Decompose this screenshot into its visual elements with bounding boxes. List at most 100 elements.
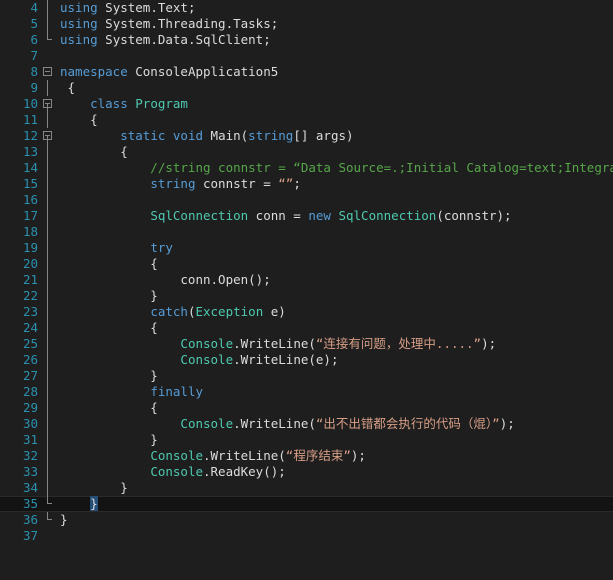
- fold-guide-line: [47, 80, 48, 96]
- code-text: {: [60, 320, 158, 336]
- fold-collapse-icon[interactable]: [38, 96, 60, 112]
- code-line[interactable]: 15 string connstr = “”;: [0, 176, 613, 192]
- code-line[interactable]: 25 Console.WriteLine(“连接有问题，处理中.....”);: [0, 336, 613, 352]
- code-token: }: [60, 512, 68, 527]
- code-line[interactable]: 22 }: [0, 288, 613, 304]
- fold-guide: [38, 336, 60, 352]
- code-token: using: [60, 0, 98, 15]
- fold-collapse-icon[interactable]: [38, 64, 60, 80]
- code-line[interactable]: 21 conn.Open();: [0, 272, 613, 288]
- line-number: 7: [30, 48, 38, 63]
- code-line[interactable]: 8 namespace ConsoleApplication5: [0, 64, 613, 80]
- code-token: void: [172, 128, 204, 143]
- code-line[interactable]: 12 static void Main(string[] args): [0, 128, 613, 144]
- code-line[interactable]: 37: [0, 528, 613, 544]
- line-number: 21: [22, 272, 38, 287]
- code-text: }: [60, 288, 158, 304]
- code-editor[interactable]: 4 using System.Text; 5 using System.Threadi…: [0, 0, 613, 580]
- code-text: }: [60, 432, 158, 448]
- fold-collapse-icon[interactable]: [38, 128, 60, 144]
- code-line[interactable]: 36}: [0, 512, 613, 528]
- code-line[interactable]: 7: [0, 48, 613, 64]
- code-line[interactable]: 9 {: [0, 80, 613, 96]
- fold-guide-line: [47, 104, 48, 112]
- code-line[interactable]: 5 using System.Threading.Tasks;: [0, 16, 613, 32]
- code-line[interactable]: 10 class Program: [0, 96, 613, 112]
- fold-guide-line: [47, 224, 48, 240]
- code-line[interactable]: 23 catch(Exception e): [0, 304, 613, 320]
- code-text: catch(Exception e): [60, 304, 285, 320]
- code-token: {: [60, 400, 158, 415]
- code-line[interactable]: 35 }: [0, 496, 613, 512]
- code-text: try: [60, 240, 173, 256]
- code-token: {: [60, 256, 158, 271]
- code-token: finally: [150, 384, 203, 399]
- fold-guide: [38, 160, 60, 176]
- code-text: SqlConnection conn = new SqlConnection(c…: [60, 208, 511, 224]
- line-number: 36: [22, 512, 38, 527]
- fold-guide-line: [47, 512, 52, 520]
- code-line[interactable]: 19 try: [0, 240, 613, 256]
- line-number: 13: [22, 144, 38, 159]
- code-line[interactable]: 27 }: [0, 368, 613, 384]
- code-token: SqlConnection: [150, 208, 249, 223]
- code-line[interactable]: 20 {: [0, 256, 613, 272]
- fold-guide: [38, 192, 60, 208]
- code-line[interactable]: 18: [0, 224, 613, 240]
- code-line[interactable]: 26 Console.WriteLine(e);: [0, 352, 613, 368]
- fold-guide: [38, 112, 60, 128]
- fold-guide-line: [47, 320, 48, 336]
- code-line[interactable]: 30 Console.WriteLine(“出不出错都会执行的代码（焜）”);: [0, 416, 613, 432]
- code-token: [] args): [293, 128, 354, 143]
- code-line[interactable]: 14 //string connstr = “Data Source=.;Ini…: [0, 160, 613, 176]
- fold-guide: [38, 448, 60, 464]
- code-line[interactable]: 13 {: [0, 144, 613, 160]
- code-line[interactable]: 17 SqlConnection conn = new SqlConnectio…: [0, 208, 613, 224]
- code-line[interactable]: 34 }: [0, 480, 613, 496]
- fold-guide-line: [47, 496, 52, 504]
- code-token: Console: [180, 352, 234, 367]
- fold-guide-line: [47, 448, 48, 464]
- code-token: Console: [180, 336, 234, 351]
- line-number: 27: [22, 368, 38, 383]
- code-line[interactable]: 11 {: [0, 112, 613, 128]
- code-text: {: [60, 256, 158, 272]
- code-line[interactable]: 6 using System.Data.SqlClient;: [0, 32, 613, 48]
- code-token: ConsoleApplication5: [127, 64, 279, 79]
- code-token: class: [90, 96, 128, 111]
- line-number: 8: [30, 64, 38, 79]
- fold-guide-line: [47, 336, 48, 352]
- code-text: {: [60, 144, 128, 160]
- code-token: conn =: [248, 208, 309, 223]
- line-number: 25: [22, 336, 38, 351]
- fold-guide: [38, 288, 60, 304]
- code-token: Console: [150, 464, 203, 479]
- fold-guide-line: [47, 136, 48, 144]
- code-line[interactable]: 29 {: [0, 400, 613, 416]
- code-line[interactable]: 16: [0, 192, 613, 208]
- code-text: conn.Open();: [60, 272, 270, 288]
- fold-guide-line: [47, 16, 48, 32]
- fold-guide-line: [47, 432, 48, 448]
- code-line[interactable]: 24 {: [0, 320, 613, 336]
- fold-guide-line: [47, 176, 48, 192]
- minus-box-icon[interactable]: [43, 67, 52, 76]
- line-number: 24: [22, 320, 38, 335]
- code-lines-container[interactable]: 4 using System.Text; 5 using System.Threadi…: [0, 0, 613, 544]
- fold-guide: [38, 416, 60, 432]
- line-number: 28: [22, 384, 38, 399]
- code-text: }: [60, 512, 68, 528]
- fold-guide-end: [38, 512, 60, 528]
- code-line[interactable]: 32 Console.WriteLine(“程序结束”);: [0, 448, 613, 464]
- code-token: }: [60, 432, 158, 447]
- code-line[interactable]: 33 Console.ReadKey();: [0, 464, 613, 480]
- code-token: new: [308, 208, 331, 223]
- code-line[interactable]: 28 finally: [0, 384, 613, 400]
- code-line[interactable]: 31 }: [0, 432, 613, 448]
- code-token: //string connstr = “Data Source=.;Initia…: [60, 160, 613, 175]
- code-line[interactable]: 4 using System.Text;: [0, 0, 613, 16]
- line-number: 12: [22, 128, 38, 143]
